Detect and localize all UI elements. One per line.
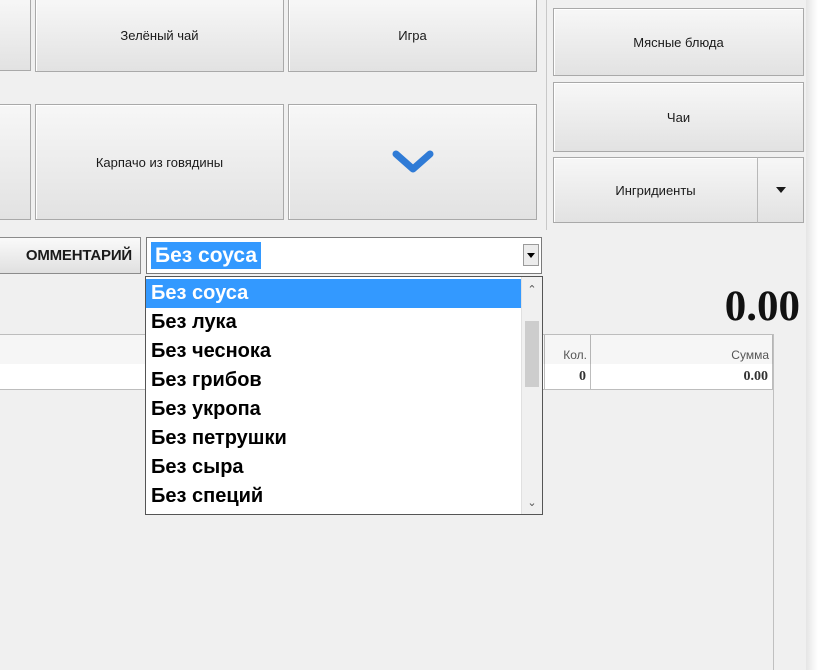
list-item[interactable]: Без сыра (146, 453, 522, 482)
menu-tile-partial[interactable] (0, 0, 31, 71)
list-item[interactable]: Без укропа (146, 395, 522, 424)
menu-item-label: Карпачо из говядины (95, 154, 224, 170)
menu-item-label: Игра (398, 27, 427, 43)
cell-sum: 0.00 (591, 364, 773, 389)
chevron-down-icon (392, 150, 433, 173)
menu-item-game[interactable]: Игра (288, 0, 537, 72)
ingredients-label: Ингридиенты (615, 182, 696, 198)
category-label: Мясные блюда (633, 34, 724, 50)
order-total: 0.00 (724, 283, 800, 330)
caret-down-icon (527, 252, 535, 258)
scroll-up-icon[interactable]: ⌃ (522, 279, 542, 299)
menu-tile-partial[interactable] (0, 104, 31, 220)
list-item[interactable]: Без лука (146, 308, 522, 337)
cell-qty: 0 (545, 364, 591, 389)
window-shadow (806, 0, 818, 670)
comment-button-label: ОММЕНТАРИЙ (25, 247, 132, 264)
list-item[interactable]: Без грибов (146, 366, 522, 395)
column-header-qty[interactable]: Кол. (545, 335, 591, 364)
category-teas[interactable]: Чаи (553, 82, 804, 152)
comment-button[interactable]: ОММЕНТАРИЙ (0, 237, 141, 274)
caret-down-icon (775, 187, 786, 193)
column-header-sum[interactable]: Сумма (591, 335, 773, 364)
scroll-down-icon[interactable]: ⌄ (522, 492, 542, 512)
grid-scrollbar[interactable] (773, 334, 801, 670)
menu-scroll-down-button[interactable] (288, 104, 537, 220)
menu-item-green-tea[interactable]: Зелёный чай (35, 0, 284, 72)
pos-window: Зелёный чай Игра Карпачо из говядины Мяс… (0, 0, 806, 670)
list-item[interactable]: Без чеснока (146, 337, 522, 366)
menu-item-label: Зелёный чай (120, 27, 199, 43)
category-label: Чаи (666, 109, 691, 125)
ingredients-dropdown[interactable]: Ингридиенты (553, 157, 758, 223)
comment-options-list[interactable]: Без соуса Без лука Без чеснока Без грибо… (145, 276, 543, 515)
list-scrollbar[interactable]: ⌃ ⌄ (521, 277, 542, 514)
category-meat-dishes[interactable]: Мясные блюда (553, 8, 804, 76)
comment-selected-value: Без соуса (151, 242, 262, 269)
list-item[interactable]: Без соуса (146, 279, 522, 308)
comment-combobox[interactable]: Без соуса (146, 237, 542, 274)
menu-item-beef-carpaccio[interactable]: Карпачо из говядины (35, 104, 284, 220)
ingredients-dropdown-toggle[interactable] (757, 157, 804, 223)
scrollbar-thumb[interactable] (525, 321, 539, 387)
list-item[interactable]: Без специй (146, 482, 522, 511)
list-item[interactable]: Без петрушки (146, 424, 522, 453)
combobox-dropdown-button[interactable] (523, 244, 539, 266)
